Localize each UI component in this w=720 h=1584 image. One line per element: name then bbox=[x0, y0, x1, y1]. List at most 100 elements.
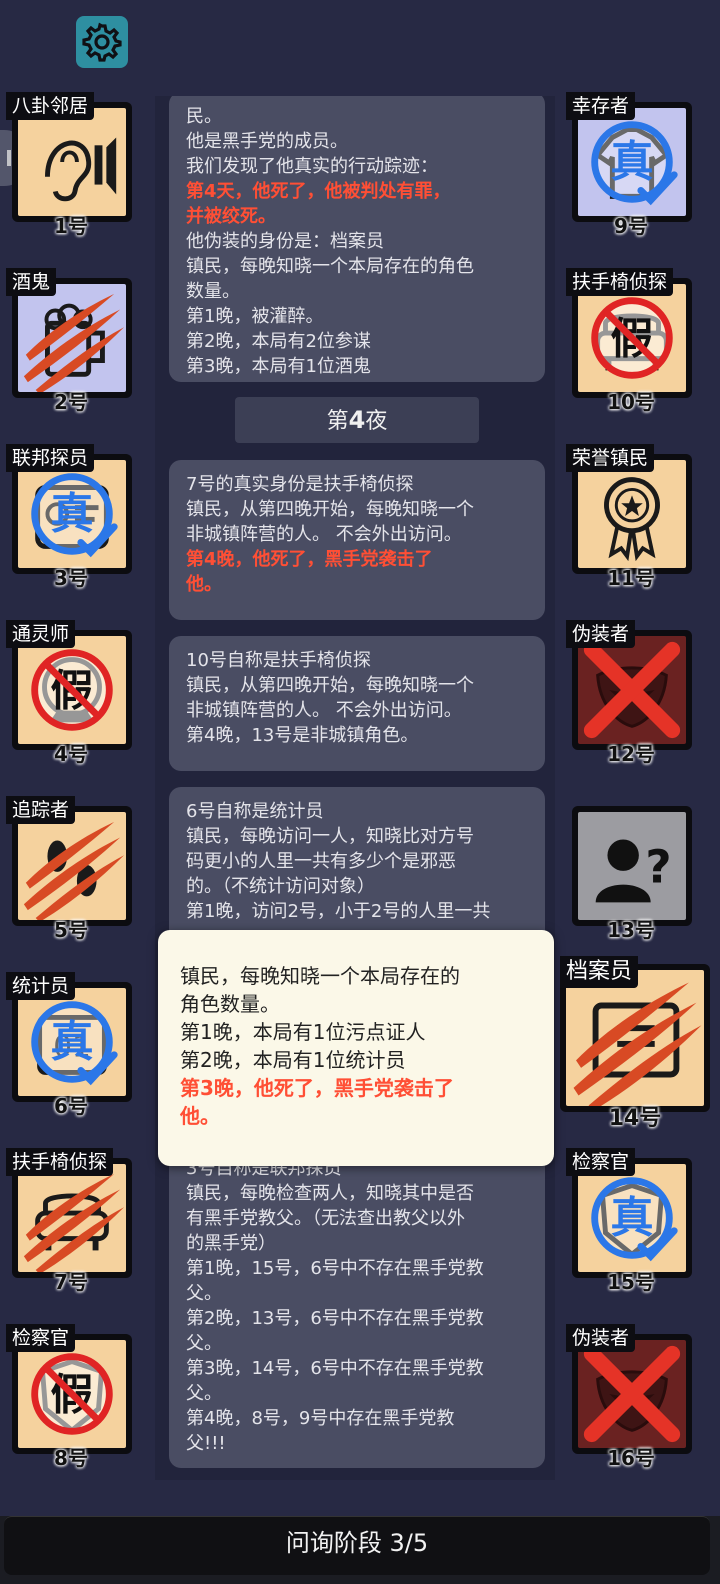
log-line: 第3晚，本局有1位酒鬼 bbox=[186, 356, 371, 377]
claw-mark-icon bbox=[23, 821, 125, 920]
player-number: 14号 bbox=[608, 1106, 662, 1131]
log-entry-3: 3号自称是联邦探员 镇民，每晚检查两人，知晓其中是否 有黑手党教父。（无法查出教父以… bbox=[169, 1144, 545, 1468]
role-name: 伪装者 bbox=[566, 1324, 636, 1352]
player-card-p1[interactable]: 八卦邻居 1号 bbox=[6, 92, 136, 238]
svg-text:真: 真 bbox=[50, 1018, 93, 1068]
log-line: 他。 bbox=[180, 1104, 220, 1128]
player-card-p5[interactable]: 追踪者 5号 bbox=[6, 796, 136, 942]
log-entry-6: 6号自称是统计员 镇民，每晚访问一人，知晓比对方号 码更小的人里一共有多少个是邪恶的… bbox=[169, 787, 545, 947]
log-line: 父!!! bbox=[186, 1433, 226, 1454]
player-number: 3号 bbox=[54, 566, 88, 590]
log-line: 第1晚，本局有1位污点证人 bbox=[180, 1020, 426, 1044]
log-line: 父。 bbox=[186, 1333, 222, 1354]
player-number: 5号 bbox=[54, 918, 88, 942]
log-line: 第4晚，8号，9号中存在黑手党教 bbox=[186, 1408, 455, 1429]
player-number: 10号 bbox=[607, 390, 655, 414]
night-log-panel[interactable]: 民。 他是黑手党的成员。 我们发现了他真实的行动踪迹： 第4天，他死了，他被判处有罪，… bbox=[155, 96, 555, 1480]
claw-mark-icon bbox=[23, 293, 125, 392]
role-name: 幸存者 bbox=[566, 92, 636, 120]
eliminated-cross-icon bbox=[583, 1345, 681, 1443]
log-line: 10号自称是扶手椅侦探 bbox=[186, 650, 371, 671]
verified-true-stamp-icon: 真 bbox=[31, 473, 118, 558]
player-number: 13号 bbox=[607, 918, 655, 942]
phase-button[interactable]: 问询阶段 3/5 bbox=[4, 1516, 710, 1575]
log-line: 第3晚，14号，6号中不存在黑手党教 bbox=[186, 1358, 484, 1379]
role-art bbox=[566, 970, 704, 1106]
player-card-p4[interactable]: 假 通灵师 4号 bbox=[6, 620, 136, 766]
player-card-p15[interactable]: 真 检察官 15号 bbox=[566, 1148, 696, 1294]
player-card-p16[interactable]: 伪装者 16号 bbox=[566, 1324, 696, 1470]
log-line: 第4晚，他死了，黑手党袭击了 bbox=[186, 549, 433, 570]
player-card-p8[interactable]: 假 检察官 8号 bbox=[6, 1324, 136, 1470]
log-line: 镇民，每晚知晓一个本局存在的角色 bbox=[186, 256, 474, 277]
svg-text:真: 真 bbox=[50, 490, 93, 540]
log-line: 父。 bbox=[186, 1383, 222, 1404]
card-frame: 真 bbox=[12, 454, 132, 574]
role-name: 扶手椅侦探 bbox=[6, 1148, 114, 1176]
log-line: 数量。 bbox=[186, 281, 240, 302]
verified-true-stamp-icon: 真 bbox=[591, 121, 678, 206]
role-art bbox=[18, 284, 126, 392]
player-card-p14[interactable]: 档案员 14号 bbox=[556, 956, 714, 1131]
svg-text:真: 真 bbox=[610, 138, 653, 188]
role-info-popup[interactable]: 镇民，每晚知晓一个本局存在的 角色数量。 第1晚，本局有1位污点证人 第2晚，本局有1… bbox=[158, 930, 554, 1166]
log-line: 第1晚，15号，6号中不存在黑手党教 bbox=[186, 1258, 484, 1279]
svg-text:真: 真 bbox=[610, 1194, 653, 1244]
player-card-p10[interactable]: 假 扶手椅侦探 10号 bbox=[566, 268, 696, 414]
card-frame bbox=[12, 806, 132, 926]
role-art: 真 bbox=[18, 460, 126, 568]
player-card-p12[interactable]: 伪装者 12号 bbox=[566, 620, 696, 766]
role-name: 档案员 bbox=[560, 956, 639, 988]
player-card-p7[interactable]: 扶手椅侦探 7号 bbox=[6, 1148, 136, 1294]
player-card-p11[interactable]: 荣誉镇民 11号 bbox=[566, 444, 696, 590]
player-card-p2[interactable]: 酒鬼 2号 bbox=[6, 268, 136, 414]
role-art bbox=[578, 636, 686, 744]
role-art bbox=[18, 812, 126, 920]
log-line: 镇民，从第四晚开始，每晚知晓一个 bbox=[186, 675, 474, 696]
role-name: 追踪者 bbox=[6, 796, 76, 824]
role-art: 01 真 bbox=[18, 988, 126, 1096]
card-frame bbox=[572, 630, 692, 750]
log-line: 的黑手党） bbox=[186, 1233, 276, 1254]
player-card-p6[interactable]: 01 真 统计员 6号 bbox=[6, 972, 136, 1118]
role-art bbox=[18, 108, 126, 216]
player-card-p13[interactable]: ? 13号 bbox=[566, 796, 696, 942]
player-number: 12号 bbox=[607, 742, 655, 766]
log-line: 镇民，从第四晚开始，每晚知晓一个 bbox=[186, 499, 474, 520]
settings-button[interactable] bbox=[76, 16, 128, 68]
log-line: 他是黑手党的成员。 bbox=[186, 131, 348, 152]
svg-text:?: ? bbox=[645, 841, 671, 894]
log-line: 镇民，每晚知晓一个本局存在的 bbox=[180, 964, 460, 988]
log-line: 非城镇阵营的人。 不会外出访问。 bbox=[186, 700, 462, 721]
log-line: 非城镇阵营的人。 不会外出访问。 bbox=[186, 524, 462, 545]
night-number: 4 bbox=[348, 406, 366, 434]
gear-icon bbox=[82, 22, 122, 62]
player-number: 1号 bbox=[54, 214, 88, 238]
role-art: ? bbox=[578, 812, 686, 920]
log-line: 第4晚，13号是非城镇角色。 bbox=[186, 725, 419, 746]
verified-true-stamp-icon: 真 bbox=[31, 1001, 118, 1086]
card-frame bbox=[12, 278, 132, 398]
night-divider: 第4夜 bbox=[235, 397, 479, 443]
log-line: 并被绞死。 bbox=[186, 206, 276, 227]
log-line: 码更小的人里一共有多少个是邪恶 bbox=[186, 851, 456, 872]
role-art: 假 bbox=[18, 636, 126, 744]
log-line: 第2晚，本局有2位参谋 bbox=[186, 331, 371, 352]
night-prefix: 第 bbox=[326, 409, 349, 434]
log-line: 我们发现了他真实的行动踪迹： bbox=[186, 156, 438, 177]
player-card-p3[interactable]: 真 联邦探员 3号 bbox=[6, 444, 136, 590]
log-line: 他伪装的身份是：档案员 bbox=[186, 231, 384, 252]
player-number: 11号 bbox=[607, 566, 655, 590]
player-number: 4号 bbox=[54, 742, 88, 766]
bottom-bar: 问询阶段 3/5 bbox=[0, 1516, 720, 1584]
player-number: 6号 bbox=[54, 1094, 88, 1118]
card-frame: 真 bbox=[572, 102, 692, 222]
ear-speaker-icon bbox=[45, 137, 117, 202]
player-card-p9[interactable]: 真 幸存者 9号 bbox=[566, 92, 696, 238]
night-suffix: 夜 bbox=[365, 409, 388, 434]
role-name: 八卦邻居 bbox=[6, 92, 95, 120]
role-art bbox=[578, 460, 686, 568]
log-line: 父。 bbox=[186, 1283, 222, 1304]
role-name: 伪装者 bbox=[566, 620, 636, 648]
eliminated-cross-icon bbox=[583, 641, 681, 739]
